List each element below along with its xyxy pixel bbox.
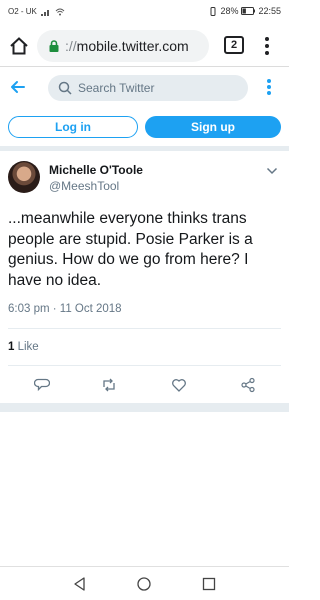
tweet-author: Michelle O'Toole @MeeshTool	[0, 158, 289, 198]
clock: 22:55	[258, 6, 281, 16]
search-icon	[58, 81, 72, 95]
tweet-text: ...meanwhile everyone thinks trans peopl…	[8, 210, 253, 289]
like-count-label: Like	[14, 341, 39, 353]
wifi-icon	[55, 8, 65, 15]
auth-row: Log in Sign up	[0, 113, 289, 147]
system-nav-bar	[0, 566, 289, 600]
like-icon[interactable]	[171, 377, 187, 393]
url-host: mobile.twitter.com	[76, 38, 189, 54]
carrier-label: O2 - UK	[8, 7, 37, 16]
url-bar[interactable]: ://mobile.twitter.com	[37, 30, 209, 62]
vibrate-icon	[210, 6, 216, 16]
back-nav-icon[interactable]	[72, 576, 88, 592]
signup-button[interactable]: Sign up	[145, 116, 281, 138]
url-scheme: ://	[65, 38, 77, 54]
like-count[interactable]: 1 Like	[8, 341, 39, 353]
chevron-down-icon[interactable]	[266, 166, 278, 176]
tab-switcher-button[interactable]: 2	[224, 36, 244, 54]
section-separator	[0, 146, 289, 151]
browser-toolbar: ://mobile.twitter.com 2	[0, 26, 289, 66]
recents-nav-icon[interactable]	[201, 576, 217, 592]
status-bar: O2 - UK 28% 22:55	[0, 0, 289, 24]
retweet-icon[interactable]	[101, 377, 117, 393]
battery-icon	[241, 7, 256, 15]
twitter-header: Search Twitter	[0, 67, 289, 109]
section-separator-bottom	[0, 403, 289, 412]
browser-menu-icon[interactable]	[262, 36, 272, 56]
avatar[interactable]	[8, 161, 40, 193]
more-options-icon[interactable]	[266, 78, 272, 96]
stats-divider	[8, 365, 281, 366]
home-icon[interactable]	[8, 35, 30, 57]
url-text: ://mobile.twitter.com	[65, 38, 189, 54]
tweet-timestamp[interactable]: 6:03 pm · 11 Oct 2018	[8, 303, 122, 315]
search-input[interactable]: Search Twitter	[48, 75, 248, 101]
lock-icon	[49, 40, 59, 52]
author-name[interactable]: Michelle O'Toole	[49, 163, 143, 177]
tweet-divider	[8, 328, 281, 329]
signal-icon	[40, 9, 49, 16]
share-icon[interactable]	[240, 377, 256, 393]
battery-percent: 28%	[220, 6, 239, 16]
login-button[interactable]: Log in	[8, 116, 138, 138]
tweet-actions	[0, 374, 289, 396]
author-handle[interactable]: @MeeshTool	[49, 179, 119, 193]
search-placeholder: Search Twitter	[78, 81, 155, 95]
home-nav-icon[interactable]	[136, 576, 152, 592]
reply-icon[interactable]	[34, 377, 50, 393]
back-arrow-icon[interactable]	[8, 77, 28, 97]
